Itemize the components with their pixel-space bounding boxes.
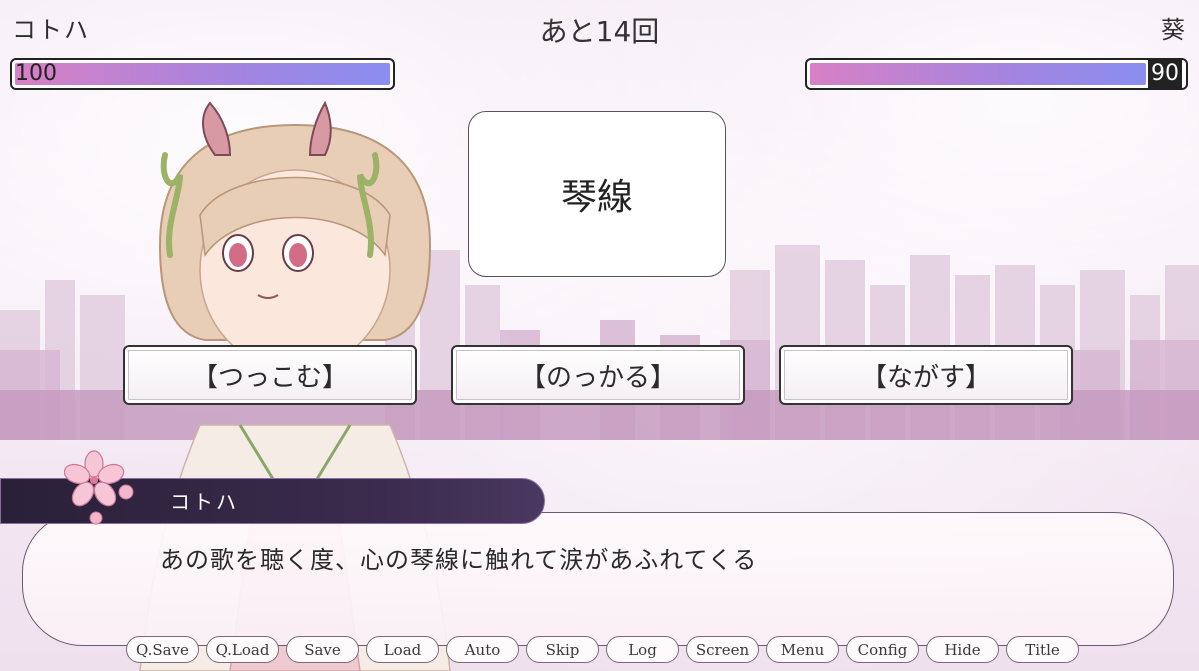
choice-button-2[interactable]: 【のっかる】 bbox=[451, 345, 745, 405]
player-left-hp-fill bbox=[15, 63, 390, 85]
skip-button[interactable]: Skip bbox=[526, 636, 599, 663]
dialogue-text: あの歌を聴く度、心の琴線に触れて涙があふれてくる bbox=[160, 546, 758, 574]
player-right-hp-fill bbox=[810, 63, 1146, 85]
load-button[interactable]: Load bbox=[366, 636, 439, 663]
title-button[interactable]: Title bbox=[1006, 636, 1079, 663]
dialogue-box[interactable] bbox=[22, 512, 1174, 646]
player-right-hp-value: 90 bbox=[1148, 60, 1182, 88]
turns-remaining: あと14回 bbox=[539, 15, 660, 48]
hide-button[interactable]: Hide bbox=[926, 636, 999, 663]
player-left-hp-bar: 100 bbox=[10, 58, 395, 90]
speaker-name: コトハ bbox=[170, 490, 239, 514]
prompt-word-card: 琴線 bbox=[468, 111, 726, 277]
config-button[interactable]: Config bbox=[846, 636, 919, 663]
screen-button[interactable]: Screen bbox=[686, 636, 759, 663]
choice-button-3[interactable]: 【ながす】 bbox=[779, 345, 1073, 405]
prompt-word: 琴線 bbox=[560, 177, 633, 218]
log-button[interactable]: Log bbox=[606, 636, 679, 663]
choice-button-1[interactable]: 【つっこむ】 bbox=[123, 345, 417, 405]
qload-button[interactable]: Q.Load bbox=[206, 636, 279, 663]
save-button[interactable]: Save bbox=[286, 636, 359, 663]
player-left-hp-value: 100 bbox=[15, 61, 57, 86]
qsave-button[interactable]: Q.Save bbox=[126, 636, 199, 663]
player-right-hp-bar: 90 bbox=[805, 58, 1188, 90]
sakura-flower-icon bbox=[64, 450, 134, 525]
auto-button[interactable]: Auto bbox=[446, 636, 519, 663]
menu-button[interactable]: Menu bbox=[766, 636, 839, 663]
